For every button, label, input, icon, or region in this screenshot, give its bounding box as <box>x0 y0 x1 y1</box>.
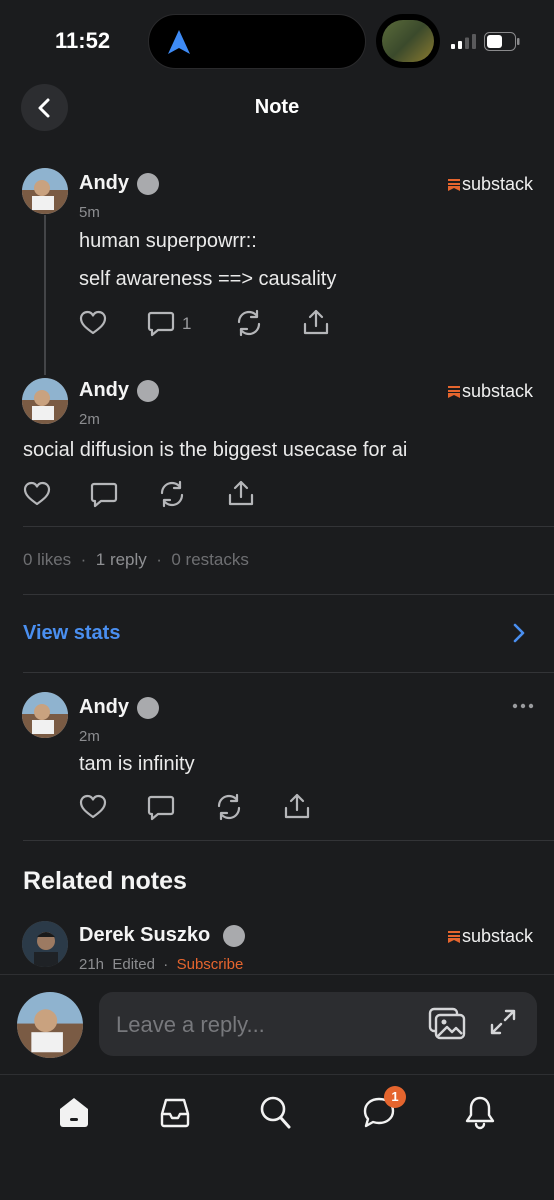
inbox-icon <box>160 1098 190 1128</box>
edited-label: Edited <box>112 956 155 973</box>
related-note-author[interactable]: Derek Suszko <box>79 924 210 947</box>
verified-badge-icon <box>137 380 159 402</box>
publication-name: substack <box>462 926 534 946</box>
related-notes-heading: Related notes <box>23 867 187 895</box>
note-text-line: self awareness ==> causality <box>79 268 337 290</box>
divider <box>23 672 554 673</box>
like-button[interactable] <box>22 479 52 509</box>
chevron-right-icon[interactable] <box>508 622 530 644</box>
tab-home[interactable] <box>57 1094 91 1130</box>
verified-badge-icon <box>137 173 159 195</box>
engagement-stats: 0 likes · 1 reply · 0 restacks <box>23 550 249 570</box>
like-button[interactable] <box>78 308 108 338</box>
battery-icon <box>484 32 520 51</box>
comment-icon <box>90 482 118 508</box>
bell-icon <box>465 1096 495 1130</box>
thread-connector <box>44 215 46 375</box>
divider <box>23 594 554 595</box>
publication-link[interactable]: substack <box>448 381 533 402</box>
page-title: Note <box>254 96 300 118</box>
replies-count[interactable]: 1 reply <box>96 550 147 569</box>
share-button[interactable] <box>226 479 256 509</box>
separator: · <box>80 550 87 569</box>
publication-link[interactable]: substack <box>448 926 533 947</box>
avatar[interactable] <box>22 168 68 214</box>
expand-icon[interactable] <box>489 1008 517 1036</box>
substack-logo-icon <box>448 386 460 398</box>
comment-button[interactable] <box>146 308 176 338</box>
heart-icon <box>23 481 51 506</box>
heart-icon <box>79 310 107 335</box>
like-button[interactable] <box>78 792 108 822</box>
note-author[interactable]: Andy <box>79 379 129 402</box>
view-stats-link[interactable]: View stats <box>23 622 120 645</box>
avatar[interactable] <box>22 378 68 424</box>
note-author[interactable]: Andy <box>79 172 129 195</box>
search-icon <box>260 1096 291 1129</box>
substack-logo-icon <box>448 179 460 191</box>
reply-placeholder: Leave a reply... <box>116 1012 265 1037</box>
dynamic-island[interactable] <box>148 14 366 69</box>
separator: · <box>163 956 169 973</box>
restack-button[interactable] <box>214 792 244 822</box>
note-timestamp: 5m <box>79 204 100 221</box>
avatar[interactable] <box>22 921 68 967</box>
restack-icon <box>217 793 241 821</box>
note-text-line: tam is infinity <box>79 753 195 775</box>
share-icon <box>303 309 329 335</box>
restack-icon <box>237 309 261 337</box>
comment-button[interactable] <box>89 479 119 509</box>
more-icon[interactable] <box>508 694 538 718</box>
restack-icon <box>160 480 184 508</box>
messages-badge: 1 <box>384 1086 406 1108</box>
tab-notifications[interactable] <box>463 1094 497 1130</box>
note-timestamp: 21h <box>79 956 105 973</box>
image-icon[interactable] <box>428 1006 466 1040</box>
avatar[interactable] <box>22 692 68 738</box>
signal-icon <box>451 34 476 49</box>
subscribe-link[interactable]: Subscribe <box>177 956 244 973</box>
home-icon <box>60 1098 88 1127</box>
heart-icon <box>79 794 107 819</box>
separator: · <box>156 550 162 569</box>
reply-count: 1 <box>182 314 192 333</box>
related-note-meta: 21h Edited · Subscribe <box>79 956 243 973</box>
verified-badge-icon <box>223 925 245 947</box>
publication-name: substack <box>462 174 534 194</box>
comment-icon <box>147 311 175 337</box>
note-timestamp: 2m <box>79 411 100 428</box>
share-button[interactable] <box>282 792 312 822</box>
live-activity-thumbnail[interactable] <box>376 14 440 68</box>
restack-button[interactable] <box>157 479 187 509</box>
share-icon <box>284 793 310 819</box>
navigation-arrow-icon <box>168 30 190 54</box>
share-icon <box>228 480 254 506</box>
tab-bar <box>0 1074 554 1200</box>
comment-button[interactable] <box>146 792 176 822</box>
substack-logo-icon <box>448 931 460 943</box>
tab-inbox[interactable] <box>158 1094 192 1130</box>
note-timestamp: 2m <box>79 728 100 745</box>
current-user-avatar[interactable] <box>17 992 83 1058</box>
note-text-line: social diffusion is the biggest usecase … <box>23 439 408 461</box>
status-bar: 11:52 <box>0 0 554 84</box>
note-text-line: human superpowrr:: <box>79 230 257 252</box>
publication-name: substack <box>462 381 534 401</box>
likes-count[interactable]: 0 likes <box>23 550 71 569</box>
comment-icon <box>147 795 175 821</box>
status-time: 11:52 <box>55 28 111 53</box>
note-author[interactable]: Andy <box>79 696 129 719</box>
verified-badge-icon <box>137 697 159 719</box>
restack-button[interactable] <box>234 308 264 338</box>
publication-link[interactable]: substack <box>448 174 533 195</box>
restacks-count[interactable]: 0 restacks <box>171 550 248 569</box>
share-button[interactable] <box>301 308 331 338</box>
divider <box>23 840 554 841</box>
divider <box>23 526 554 527</box>
tab-search[interactable] <box>258 1094 292 1130</box>
